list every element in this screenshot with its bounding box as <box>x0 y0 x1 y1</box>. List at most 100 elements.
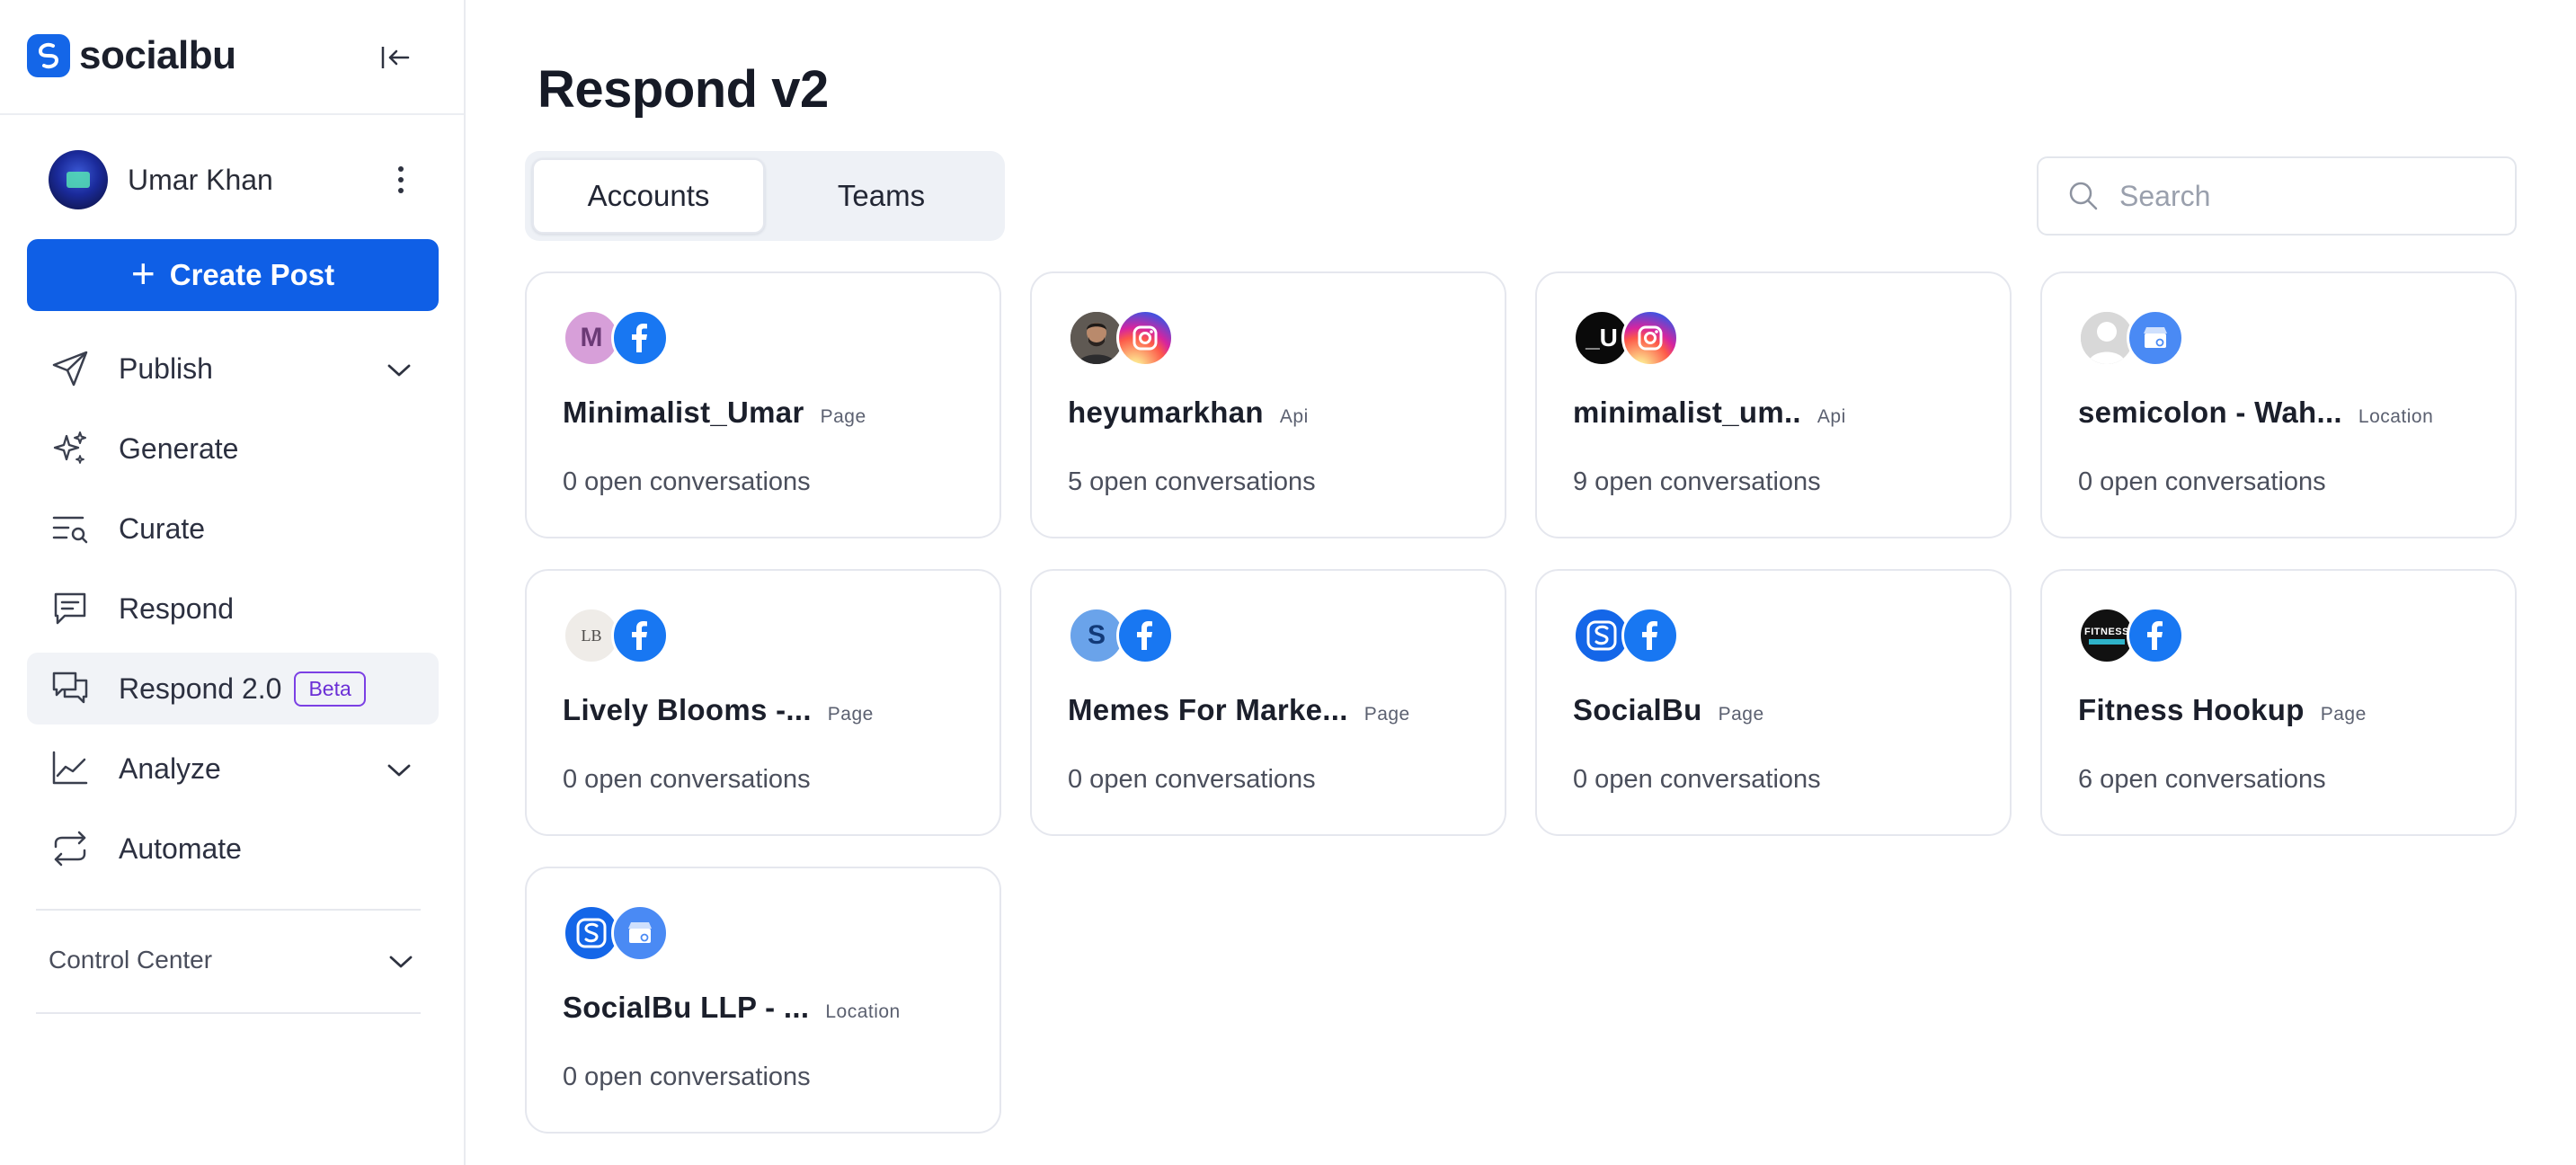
facebook-icon <box>611 607 669 664</box>
account-card[interactable]: SocialBu LLP - ... Location 0 open conve… <box>525 867 1001 1134</box>
control-center-toggle[interactable]: Control Center <box>49 940 421 980</box>
sidebar-item-label: Respond <box>119 591 235 625</box>
divider <box>36 909 421 911</box>
account-name: Minimalist_Umar <box>563 396 804 429</box>
beta-badge: Beta <box>294 671 366 707</box>
avatar <box>49 150 108 209</box>
open-conversations: 0 open conversations <box>563 467 811 496</box>
search-icon <box>2069 182 2098 210</box>
collapse-left-icon <box>381 47 410 68</box>
search-box[interactable] <box>2037 156 2517 236</box>
account-name: minimalist_um.. <box>1573 396 1801 429</box>
sidebar-item-automate[interactable]: Automate <box>27 813 439 885</box>
google-business-icon <box>2127 309 2184 367</box>
sidebar-item-label: Analyze <box>119 751 221 785</box>
accounts-grid: M Minimalist_Umar Page 0 open conversati… <box>525 271 2517 1134</box>
search-input[interactable] <box>2119 179 2506 213</box>
account-icons: M <box>563 309 680 367</box>
account-type: Page <box>2320 704 2367 725</box>
account-card[interactable]: SocialBu Page 0 open conversations <box>1535 569 2012 836</box>
control-center-label: Control Center <box>49 946 213 974</box>
sidebar-item-publish[interactable]: Publish <box>27 333 439 405</box>
account-card[interactable]: _U minimalist_um.. Api 9 open conversati… <box>1535 271 2012 538</box>
chart-line-icon <box>49 747 92 790</box>
open-conversations: 0 open conversations <box>2078 467 2326 496</box>
open-conversations: 9 open conversations <box>1573 467 1821 496</box>
send-icon <box>49 347 92 390</box>
sidebar-item-label: Publish <box>119 351 213 385</box>
message-icon <box>49 587 92 630</box>
open-conversations: 0 open conversations <box>1068 765 1316 794</box>
facebook-icon <box>1621 607 1679 664</box>
account-card[interactable]: heyumarkhan Api 5 open conversations <box>1030 271 1506 538</box>
sidebar-item-curate[interactable]: Curate <box>27 493 439 565</box>
chevron-down-icon <box>385 756 413 785</box>
account-card[interactable]: semicolon - Wah... Location 0 open conve… <box>2040 271 2517 538</box>
plus-icon: + <box>130 250 155 297</box>
account-card[interactable]: LB Lively Blooms -... Page 0 open conver… <box>525 569 1001 836</box>
account-type: Api <box>1279 406 1309 427</box>
sidebar-item-label: Respond 2.0 <box>119 671 282 705</box>
account-icons <box>563 904 680 962</box>
collapse-sidebar-button[interactable] <box>376 40 415 76</box>
open-conversations: 6 open conversations <box>2078 765 2326 794</box>
divider <box>0 113 464 115</box>
account-type: Location <box>2358 406 2434 427</box>
sidebar-item-label: Automate <box>119 832 242 865</box>
account-type: Page <box>827 704 874 725</box>
account-icons <box>2078 309 2195 367</box>
curate-search-icon <box>49 507 92 550</box>
tab-accounts[interactable]: Accounts <box>532 158 765 234</box>
sidebar-nav: Publish Generate Curate Respond Respond … <box>27 333 439 893</box>
socialbu-logo-icon <box>27 34 70 77</box>
messages-icon <box>49 667 92 710</box>
account-name: Fitness Hookup <box>2078 693 2305 726</box>
account-type: Page <box>820 406 866 427</box>
sidebar-item-respond-2[interactable]: Respond 2.0 Beta <box>27 653 439 725</box>
sidebar-item-respond[interactable]: Respond <box>27 573 439 645</box>
user-menu-button[interactable] <box>385 162 417 198</box>
chevron-down-icon <box>386 947 415 976</box>
instagram-icon <box>1621 309 1679 367</box>
page-title: Respond v2 <box>537 60 829 119</box>
sidebar-item-generate[interactable]: Generate <box>27 413 439 485</box>
sidebar-item-analyze[interactable]: Analyze <box>27 733 439 805</box>
account-icons: S <box>1068 607 1185 664</box>
instagram-icon <box>1116 309 1174 367</box>
account-icons: FITNESS <box>2078 607 2195 664</box>
account-icons <box>1573 607 1690 664</box>
open-conversations: 0 open conversations <box>563 1063 811 1091</box>
sparkles-icon <box>49 427 92 470</box>
account-type: Page <box>1718 704 1764 725</box>
open-conversations: 0 open conversations <box>563 765 811 794</box>
repeat-icon <box>49 827 92 870</box>
account-icons <box>1068 309 1185 367</box>
brand[interactable]: socialbu <box>27 32 236 79</box>
account-name: semicolon - Wah... <box>2078 396 2342 429</box>
divider <box>36 1012 421 1014</box>
facebook-icon <box>611 309 669 367</box>
account-type: Page <box>1364 704 1410 725</box>
facebook-icon <box>2127 607 2184 664</box>
account-icons: _U <box>1573 309 1690 367</box>
tab-teams[interactable]: Teams <box>765 158 998 234</box>
account-name: SocialBu <box>1573 693 1702 726</box>
create-post-label: Create Post <box>169 258 335 291</box>
sidebar-item-label: Generate <box>119 431 239 465</box>
user-profile[interactable]: Umar Khan <box>49 149 417 210</box>
account-name: SocialBu LLP - ... <box>563 991 810 1024</box>
google-business-icon <box>611 904 669 962</box>
tab-group: Accounts Teams <box>525 151 1005 241</box>
sidebar: socialbu Umar Khan + Create Post Publish… <box>0 0 466 1165</box>
create-post-button[interactable]: + Create Post <box>27 239 439 311</box>
account-name: heyumarkhan <box>1068 396 1264 429</box>
account-card[interactable]: FITNESS Fitness Hookup Page 6 open conve… <box>2040 569 2517 836</box>
account-name: Memes For Marke... <box>1068 693 1348 726</box>
account-icons: LB <box>563 607 680 664</box>
facebook-icon <box>1116 607 1174 664</box>
open-conversations: 5 open conversations <box>1068 467 1316 496</box>
account-card[interactable]: S Memes For Marke... Page 0 open convers… <box>1030 569 1506 836</box>
account-card[interactable]: M Minimalist_Umar Page 0 open conversati… <box>525 271 1001 538</box>
account-type: Location <box>825 1001 901 1022</box>
chevron-down-icon <box>385 356 413 385</box>
